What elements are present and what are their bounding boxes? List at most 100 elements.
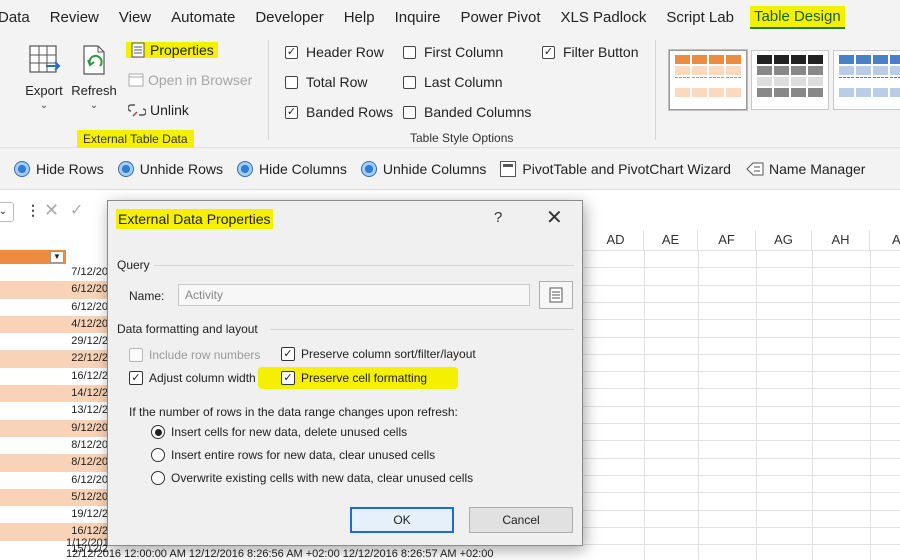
chevron-down-icon: ⌄ [39,100,49,111]
pivot-wizard-button[interactable]: PivotTable and PivotChart Wizard [500,160,731,177]
tab-automate[interactable]: Automate [161,9,245,26]
hide-rows-button[interactable]: Hide Rows [14,160,104,177]
tab-power-pivot[interactable]: Power Pivot [450,9,550,26]
insert-cells-radio[interactable]: Insert cells for new data, delete unused… [151,425,407,439]
refresh-button[interactable]: Refresh ⌄ [70,42,118,111]
refresh-behavior-label: If the number of rows in the data range … [129,405,458,419]
unhide-columns-button[interactable]: Unhide Columns [360,160,486,177]
hide-columns-icon [236,160,253,177]
table-cell[interactable]: 6/12/20 [0,281,110,299]
ribbon-tab-bar: Data Review View Automate Developer Help… [0,0,900,34]
unhide-rows-icon [117,160,134,177]
name-manager-icon [746,162,764,175]
filter-dropdown-icon[interactable]: ▼ [50,251,64,263]
table-cell[interactable]: 13/12/2 [0,402,110,419]
preserve-cell-formatting-checkbox[interactable]: ✓ Preserve cell formatting [281,371,427,385]
column-header[interactable]: A [870,230,900,250]
table-row[interactable]: 12/12/2016 12:00:00 AM 12/12/2016 8:26:5… [66,549,494,560]
hide-rows-icon [14,160,30,177]
date-column: 7/12/20 6/12/20 6/12/20 4/12/20 29/12/2 … [0,264,110,558]
tab-table-design[interactable]: Table Design [749,5,845,29]
ok-button[interactable]: OK [350,507,454,533]
properties-icon [549,287,563,303]
insert-rows-radio[interactable]: Insert entire rows for new data, clear u… [151,448,435,462]
include-row-numbers-checkbox[interactable]: Include row numbers [129,348,260,362]
grid-line [583,440,900,442]
grid-line [583,423,900,424]
browser-icon [128,73,144,87]
dialog-title: External Data Properties [116,209,273,229]
tab-developer[interactable]: Developer [245,9,333,26]
table-cell[interactable]: 6/12/20 [0,472,110,489]
table-cell[interactable]: 6/12/20 [0,299,110,316]
grid-line [583,474,900,476]
tab-inquire[interactable]: Inquire [385,9,451,26]
table-cell[interactable]: 8/12/20 [0,437,110,454]
table-cell[interactable]: 9/12/20 [0,419,110,437]
banded-columns-checkbox[interactable]: Banded Columns [403,104,531,120]
adjust-column-width-checkbox[interactable]: ✓ Adjust column width [129,371,256,385]
tab-xls-padlock[interactable]: XLS Padlock [551,9,657,26]
grid-line [583,509,900,511]
table-cell[interactable]: 7/12/20 [0,264,110,281]
table-style-black[interactable] [751,50,829,110]
column-header[interactable]: AG [756,230,812,250]
table-header-cell[interactable]: ▼ [0,250,66,264]
header-row-checkbox[interactable]: ✓ Header Row [285,44,384,60]
ribbon: Export ⌄ Refresh ⌄ Properties Open in Br… [0,34,900,148]
export-label: Export [25,83,63,98]
query-definition-button[interactable] [539,281,573,309]
cancel-button[interactable]: Cancel [469,507,573,533]
help-button[interactable]: ? [494,209,502,226]
table-style-blue[interactable] [833,50,900,110]
pivot-table-icon [500,160,517,177]
grid-line [583,492,900,494]
table-cell[interactable]: 16/12/2 [0,368,110,385]
unhide-rows-button[interactable]: Unhide Rows [117,160,223,177]
unlink-icon [128,104,146,117]
column-header[interactable]: AD [588,230,644,250]
column-header[interactable]: AF [698,230,756,250]
column-header[interactable]: AE [644,230,698,250]
checkmark-icon: ✓ [286,45,297,58]
table-cell[interactable]: 5/12/20 [0,488,110,507]
overwrite-cells-radio[interactable]: Overwrite existing cells with new data, … [151,471,473,485]
open-in-browser-button[interactable]: Open in Browser [128,72,252,88]
name-label: Name: [129,289,165,303]
total-row-checkbox[interactable]: Total Row [285,74,367,90]
table-cell[interactable]: 29/12/2 [0,333,110,350]
custom-toolbar: Hide Rows Unhide Rows Hide Columns Unhid… [0,148,900,190]
table-style-orange[interactable] [669,50,747,110]
tab-view[interactable]: View [109,9,161,26]
table-cell[interactable]: 8/12/20 [0,454,110,472]
unlink-button[interactable]: Unlink [128,102,189,118]
table-cell[interactable]: 22/12/2 [0,350,110,368]
name-manager-button[interactable]: Name Manager [745,161,865,177]
last-column-checkbox[interactable]: Last Column [403,74,503,90]
properties-label: Properties [150,42,214,58]
ribbon-divider [655,40,656,140]
close-button[interactable]: ✕ [546,205,563,230]
external-data-properties-dialog: External Data Properties ? ✕ Query Name:… [107,200,583,546]
hide-columns-button[interactable]: Hide Columns [236,160,347,177]
banded-rows-checkbox[interactable]: ✓ Banded Rows [285,104,393,120]
name-box-dropdown[interactable]: ⌄ [0,202,14,222]
export-button[interactable]: Export ⌄ [20,42,68,111]
tab-data[interactable]: Data [0,9,40,26]
column-header[interactable]: AH [812,230,870,250]
tab-help[interactable]: Help [334,9,385,26]
tab-review[interactable]: Review [40,9,109,26]
tab-script-lab[interactable]: Script Lab [656,9,744,26]
table-cell[interactable]: 19/12/2 [0,506,110,523]
table-cell[interactable]: 14/12/2 [0,385,110,403]
group-label-table-style-options: Table Style Options [410,131,514,145]
more-icon[interactable]: ⋮ [26,202,40,219]
filter-button-checkbox[interactable]: ✓ Filter Button [542,44,638,60]
name-field[interactable]: Activity [178,284,530,306]
cancel-entry-icon[interactable]: ✕ [44,200,59,221]
preserve-sort-checkbox[interactable]: ✓ Preserve column sort/filter/layout [281,347,476,361]
properties-button[interactable]: Properties [126,42,218,58]
table-cell[interactable]: 4/12/20 [0,315,110,334]
first-column-checkbox[interactable]: First Column [403,44,503,60]
confirm-entry-icon[interactable]: ✓ [70,200,83,220]
